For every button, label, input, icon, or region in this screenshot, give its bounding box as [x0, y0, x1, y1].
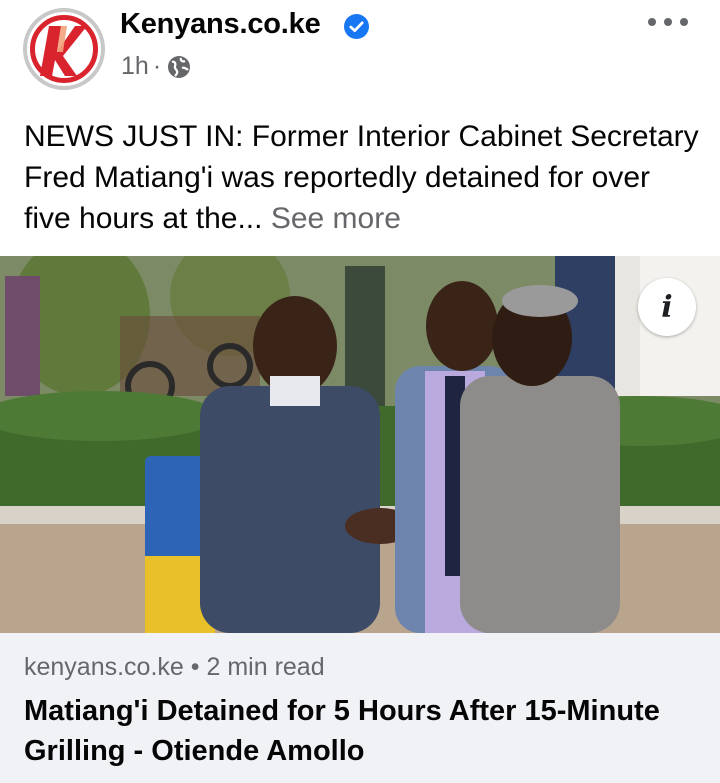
- logo-k-mark: [40, 26, 87, 76]
- more-dot: [648, 18, 656, 26]
- link-preview[interactable]: kenyans.co.ke • 2 min read Matiang'i Det…: [0, 633, 720, 783]
- link-meta-dot: •: [190, 653, 200, 681]
- verified-badge-icon: [344, 14, 369, 39]
- more-dot: [664, 18, 672, 26]
- post-text: NEWS JUST IN: Former Interior Cabinet Se…: [24, 116, 704, 239]
- post-photo[interactable]: [0, 256, 720, 633]
- more-dot: [680, 18, 688, 26]
- post-timestamp[interactable]: 1h: [121, 52, 149, 81]
- info-icon[interactable]: i: [638, 278, 696, 336]
- globe-icon: [168, 55, 191, 78]
- link-read-time: 2 min read: [206, 653, 325, 681]
- meta-separator: ·: [152, 52, 162, 80]
- post-header: Kenyans.co.ke 1h ·: [0, 0, 720, 100]
- page-avatar[interactable]: [23, 8, 105, 90]
- see-more-link[interactable]: See more: [271, 202, 401, 235]
- more-options-icon[interactable]: [648, 12, 688, 32]
- link-domain: kenyans.co.ke: [24, 653, 184, 681]
- link-meta: kenyans.co.ke • 2 min read: [24, 653, 325, 682]
- photo-scene: [0, 256, 720, 633]
- post-meta: 1h ·: [121, 52, 191, 81]
- page-name-link[interactable]: Kenyans.co.ke: [120, 8, 321, 41]
- link-title[interactable]: Matiang'i Detained for 5 Hours After 15-…: [24, 691, 704, 771]
